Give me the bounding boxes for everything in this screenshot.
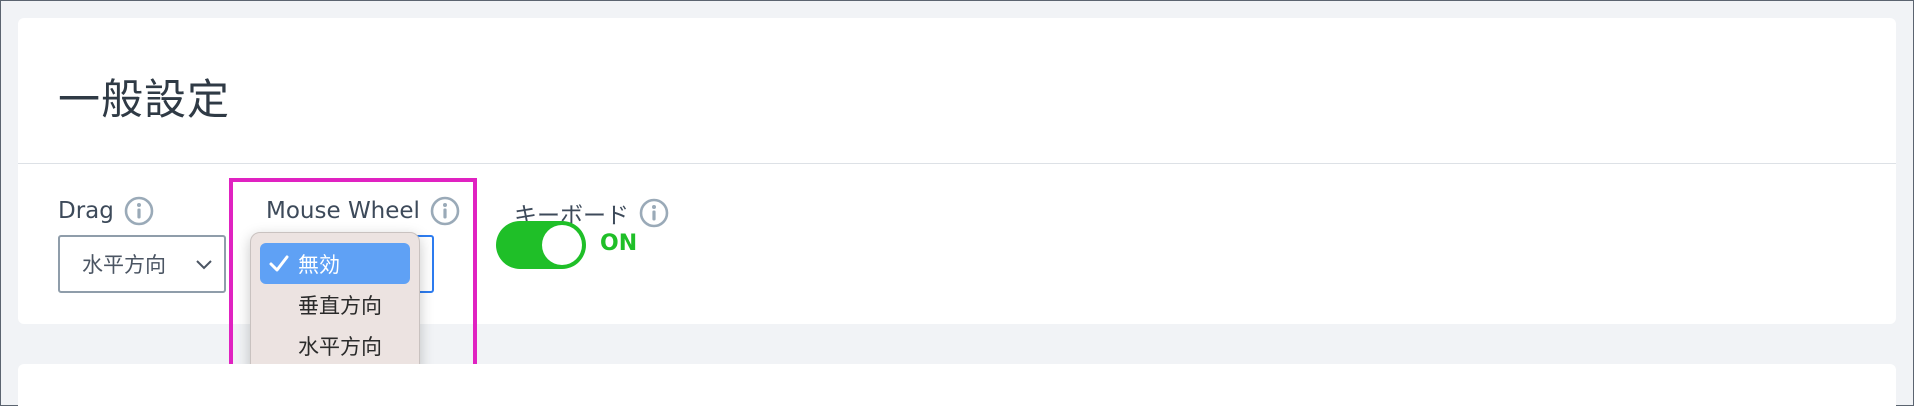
drag-label: Drag (58, 196, 154, 226)
next-settings-card (18, 364, 1896, 406)
keyboard-toggle[interactable] (496, 221, 586, 269)
drag-select[interactable]: 水平方向 (58, 235, 226, 293)
info-icon[interactable] (124, 196, 154, 226)
chevron-down-icon (196, 260, 212, 270)
toggle-knob (542, 225, 582, 265)
page-title: 一般設定 (58, 75, 231, 124)
drag-select-value: 水平方向 (82, 253, 166, 277)
drag-label-text: Drag (58, 198, 114, 224)
keyboard-toggle-state: ON (600, 231, 638, 256)
info-icon[interactable] (639, 198, 669, 228)
card-header: 一般設定 (18, 18, 1896, 164)
